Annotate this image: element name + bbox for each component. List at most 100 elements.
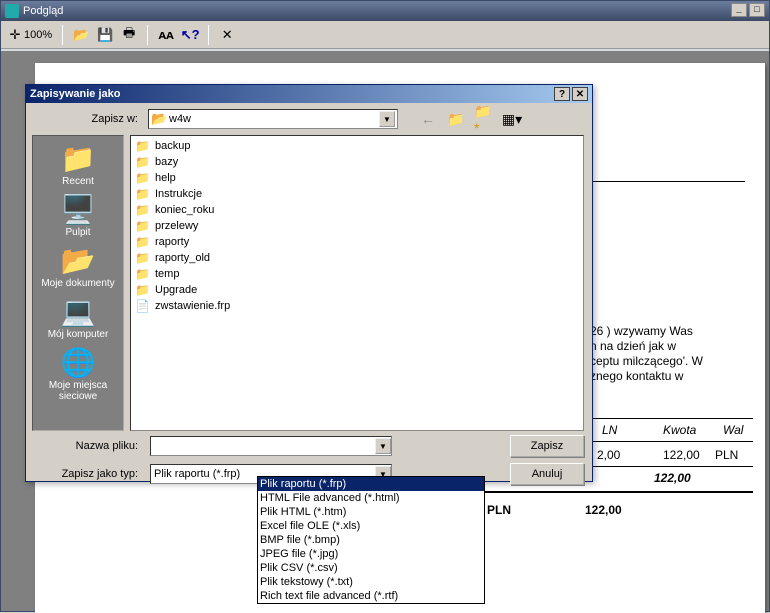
place-label: Recent <box>62 176 94 187</box>
file-name: raporty <box>155 236 189 248</box>
file-name: koniec_roku <box>155 204 214 216</box>
folder-icon: 📁 <box>135 283 151 297</box>
file-row[interactable]: 📁 bazy <box>133 154 581 170</box>
filetype-dropdown[interactable]: Plik raportu (*.frp)HTML File advanced (… <box>257 476 485 604</box>
place-item[interactable]: 📂 Moje dokumenty <box>38 244 118 289</box>
save-in-combo[interactable]: 📂 w4w ▼ <box>148 109 398 129</box>
dialog-close-button[interactable]: ✕ <box>572 87 588 101</box>
file-name: raporty_old <box>155 252 210 264</box>
zoom-icon: ✛ <box>7 27 23 43</box>
cancel-button[interactable]: Anuluj <box>510 463 584 485</box>
dialog-help-button[interactable]: ? <box>554 87 570 101</box>
maximize-button[interactable]: □ <box>749 3 765 17</box>
file-row[interactable]: 📁 help <box>133 170 581 186</box>
place-item[interactable]: 📁 Recent <box>38 142 118 187</box>
bg-text: znego kontaktu w <box>590 369 683 383</box>
save-as-dialog: Zapisywanie jako ? ✕ Zapisz w: 📂 w4w ▼ ←… <box>25 84 593 482</box>
back-icon[interactable]: ← <box>418 109 438 129</box>
filename-input[interactable]: ▼ <box>150 436 392 456</box>
place-item[interactable]: 💻 Mój komputer <box>38 295 118 340</box>
file-name: backup <box>155 140 190 152</box>
folder-icon: 📁 <box>135 203 151 217</box>
col-hdr: Kwota <box>663 423 696 437</box>
up-folder-icon[interactable]: 📁 <box>446 109 466 129</box>
file-icon: 📄 <box>135 299 151 313</box>
file-row[interactable]: 📁 koniec_roku <box>133 202 581 218</box>
dropdown-item[interactable]: Rich text file advanced (*.rtf) <box>258 589 484 603</box>
save-icon[interactable]: 💾 <box>97 27 113 43</box>
file-name: bazy <box>155 156 178 168</box>
cell: 122,00 <box>654 471 691 485</box>
zoom-control[interactable]: ✛ 100% <box>7 27 52 43</box>
place-icon: 📂 <box>62 244 94 276</box>
main-title: Podgląd <box>23 5 63 17</box>
file-row[interactable]: 📁raporty_old <box>133 250 581 266</box>
dialog-title-bar: Zapisywanie jako ? ✕ <box>26 85 592 103</box>
place-label: Pulpit <box>65 227 90 238</box>
dropdown-item[interactable]: Plik raportu (*.frp) <box>258 477 484 491</box>
separator <box>147 25 148 45</box>
view-menu-icon[interactable]: ▦▾ <box>502 109 522 129</box>
file-name: help <box>155 172 176 184</box>
dropdown-item[interactable]: Plik tekstowy (*.txt) <box>258 575 484 589</box>
chevron-down-icon[interactable]: ▼ <box>375 438 391 454</box>
open-icon[interactable]: 📂 <box>73 27 89 43</box>
main-title-bar: Podgląd <box>1 1 769 21</box>
new-folder-icon[interactable]: 📁* <box>474 109 494 129</box>
file-row[interactable]: 📄zwstawienie.frp <box>133 298 581 314</box>
dropdown-item[interactable]: BMP file (*.bmp) <box>258 533 484 547</box>
preview-window: Podgląd _ □ ✛ 100% 📂 💾 🖶 ᴀᴀ ↖? ✕ 26 ) wz… <box>0 0 770 612</box>
separator <box>62 25 63 45</box>
dropdown-item[interactable]: Excel file OLE (*.xls) <box>258 519 484 533</box>
file-row[interactable]: 📁 Instrukcje <box>133 186 581 202</box>
folder-icon: 📁 <box>135 235 151 249</box>
place-label: Moje dokumenty <box>41 278 114 289</box>
place-icon: 🌐 <box>62 346 94 378</box>
file-name: Instrukcje <box>155 188 202 200</box>
filetype-value: Plik raportu (*.frp) <box>151 468 240 480</box>
places-bar: 📁 Recent 🖥️ Pulpit 📂 Moje dokumenty 💻 Mój kompu… <box>32 135 124 431</box>
folder-icon: 📁 <box>135 139 151 153</box>
file-row[interactable]: 📁przelewy <box>133 218 581 234</box>
place-label: Mój komputer <box>48 329 109 340</box>
dropdown-item[interactable]: HTML File advanced (*.html) <box>258 491 484 505</box>
place-icon: 🖥️ <box>62 193 94 225</box>
file-list[interactable]: 📁 backup 📁 bazy 📁 help 📁 Instrukcje 📁 koniec_roku… <box>130 135 584 431</box>
cell: PLN <box>715 448 738 462</box>
file-row[interactable]: 📁 backup <box>133 138 581 154</box>
close-icon[interactable]: ✕ <box>219 27 235 43</box>
filetype-label: Zapisz jako typ: <box>34 468 144 480</box>
nav-icons: ← 📁 📁* ▦▾ <box>418 109 522 129</box>
place-icon: 💻 <box>62 295 94 327</box>
file-row[interactable]: 📁temp <box>133 266 581 282</box>
file-row[interactable]: 📁 raporty <box>133 234 581 250</box>
chevron-down-icon[interactable]: ▼ <box>379 111 395 127</box>
place-label: Moje miejsca sieciowe <box>38 380 118 402</box>
folder-icon: 📁 <box>135 155 151 169</box>
col-hdr: LN <box>602 423 617 437</box>
minimize-button[interactable]: _ <box>731 3 747 17</box>
print-icon[interactable]: 🖶 <box>121 27 137 43</box>
zoom-value: 100% <box>24 29 52 41</box>
folder-icon: 📁 <box>135 267 151 281</box>
cell: 122,00 <box>663 448 700 462</box>
page-hr <box>575 181 745 182</box>
sum-cell: PLN <box>487 503 511 517</box>
save-in-label: Zapisz w: <box>34 113 144 125</box>
find-icon[interactable]: ᴀᴀ <box>158 27 174 43</box>
folder-icon: 📁 <box>135 187 151 201</box>
cell: 2,00 <box>597 448 620 462</box>
help-icon[interactable]: ↖? <box>182 27 198 43</box>
place-item[interactable]: 🖥️ Pulpit <box>38 193 118 238</box>
place-icon: 📁 <box>62 142 94 174</box>
dropdown-item[interactable]: JPEG file (*.jpg) <box>258 547 484 561</box>
save-button[interactable]: Zapisz <box>510 435 584 457</box>
save-in-value: w4w <box>167 113 379 125</box>
dropdown-item[interactable]: Plik HTML (*.htm) <box>258 505 484 519</box>
folder-icon: 📁 <box>135 171 151 185</box>
place-item[interactable]: 🌐Moje miejsca sieciowe <box>38 346 118 402</box>
toolbar: ✛ 100% 📂 💾 🖶 ᴀᴀ ↖? ✕ <box>1 21 769 49</box>
dropdown-item[interactable]: Plik CSV (*.csv) <box>258 561 484 575</box>
window-buttons: _ □ <box>731 3 765 17</box>
file-row[interactable]: 📁Upgrade <box>133 282 581 298</box>
